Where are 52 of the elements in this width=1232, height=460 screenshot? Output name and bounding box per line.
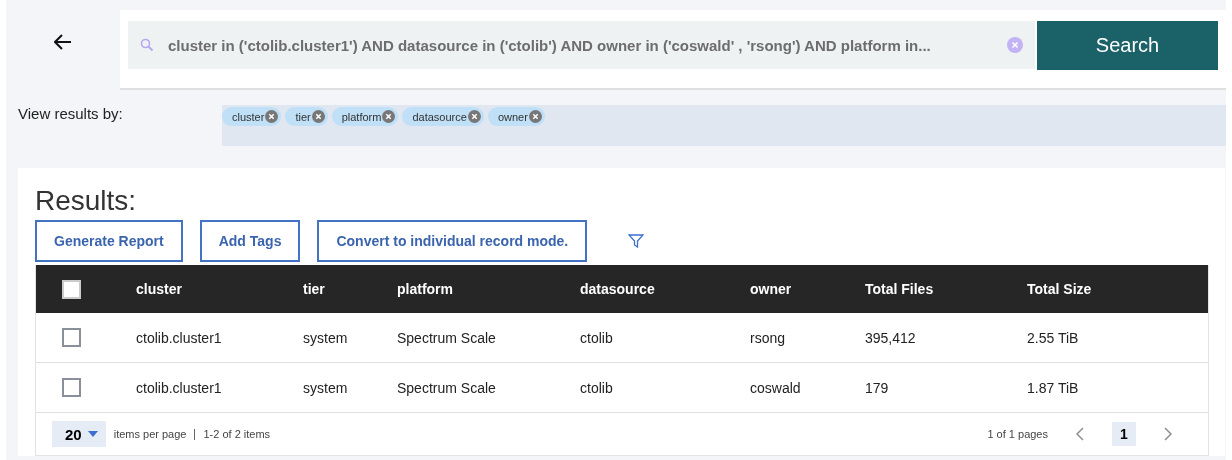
table-cell-text: rsong (750, 329, 787, 346)
table-cell-text: ctolib.cluster1 (136, 329, 223, 346)
item-range-label: 1-2 of 2 items (203, 428, 271, 440)
column-header[interactable]: owner (750, 281, 865, 297)
filter-icon[interactable] (628, 233, 645, 249)
table-cell-text: system (303, 379, 349, 396)
action-button[interactable]: Add Tags (199, 220, 301, 262)
table-cell-text: ctolib (580, 379, 614, 396)
tag-chip[interactable]: datasource (402, 107, 484, 126)
tag-chip[interactable]: cluster (222, 107, 282, 126)
table-cell-text: Spectrum Scale (397, 329, 497, 346)
table-cell-text: ctolib.cluster1 (136, 379, 223, 396)
select-all-checkbox[interactable] (62, 279, 81, 299)
table-cell-text: Spectrum Scale (397, 379, 497, 396)
caret-icon (87, 431, 98, 437)
action-button[interactable]: Convert to individual record mode. (317, 220, 588, 262)
column-header[interactable]: cluster (136, 281, 303, 297)
table-cell-text: 395,412 (865, 329, 917, 346)
table-cell-text: coswald (750, 379, 802, 396)
next-page-icon[interactable] (1164, 427, 1172, 441)
remove-icon[interactable] (528, 110, 542, 123)
tag-chip[interactable]: platform (331, 107, 399, 126)
search-icon (140, 38, 154, 52)
table-cell-text: 1.87 TiB (1027, 379, 1080, 396)
action-button[interactable]: Generate Report (35, 220, 183, 262)
view-results-label: View results by: (17, 105, 124, 124)
remove-icon[interactable] (311, 110, 325, 123)
column-header[interactable]: Total Size (1027, 281, 1207, 297)
previous-page-icon[interactable] (1076, 427, 1084, 441)
remove-icon[interactable] (467, 110, 481, 123)
row-checkbox[interactable] (62, 378, 81, 397)
tag-chip[interactable]: owner (487, 107, 545, 126)
results-title: Results: (35, 186, 138, 216)
search-field[interactable]: cluster in ('ctolib.cluster1') AND datasource in ('ctolib') AND owner in ('coswald' , 'rsong') AND platform in... (128, 21, 1035, 69)
search-button[interactable]: Search (1037, 21, 1218, 70)
table-cell-text: 2.55 TiB (1027, 329, 1080, 346)
row-checkbox[interactable] (62, 328, 81, 347)
remove-icon[interactable] (382, 110, 396, 123)
page-size-dropdown[interactable]: 20 (52, 421, 106, 447)
tag-chip[interactable]: tier (285, 107, 328, 126)
remove-icon[interactable] (265, 110, 279, 123)
table-cell-text: 179 (865, 379, 890, 396)
column-header[interactable]: platform (397, 281, 580, 297)
page-count-label: 1 of 1 pages (987, 428, 1048, 440)
page-number-button[interactable]: 1 (1112, 422, 1136, 446)
column-header[interactable]: datasource (580, 281, 750, 297)
column-header[interactable]: tier (303, 281, 397, 297)
table-cell-text: system (303, 329, 349, 346)
table-cell-text: ctolib (580, 329, 614, 346)
column-header[interactable]: Total Files (865, 281, 1027, 297)
back-arrow-icon[interactable] (54, 34, 72, 50)
items-per-page-label: items per page (113, 428, 187, 440)
